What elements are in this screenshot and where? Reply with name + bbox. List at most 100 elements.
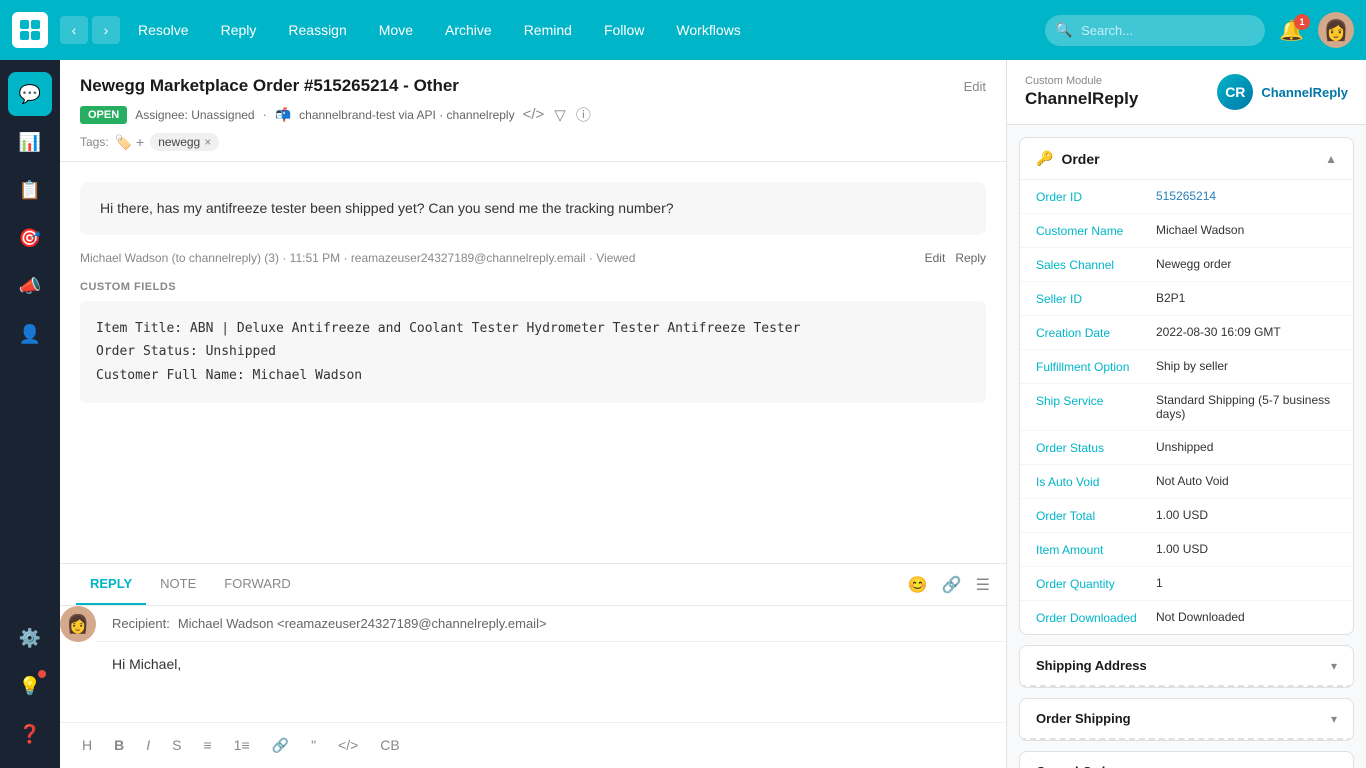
search-icon: 🔍 — [1055, 22, 1072, 39]
custom-field-customer-name: Customer Full Name: Michael Wadson — [96, 364, 970, 387]
format-h-button[interactable]: H — [76, 733, 98, 758]
recipient-label: Recipient: — [112, 616, 170, 631]
custom-fields-box: Item Title: ABN | Deluxe Antifreeze and … — [80, 301, 986, 403]
sidebar-item-gear[interactable]: ⚙️ — [8, 616, 52, 660]
tab-note[interactable]: NOTE — [146, 564, 210, 605]
content-area: Newegg Marketplace Order #515265214 - Ot… — [60, 60, 1006, 768]
reply-content-wrap: 👩 Recipient: Michael Wadson <reamazeuser… — [60, 606, 1006, 722]
tags-label: Tags: — [80, 135, 109, 149]
field-ship-service: Ship Service Standard Shipping (5-7 busi… — [1020, 384, 1353, 431]
order-section-icon: 🔑 — [1036, 150, 1053, 167]
link-icon[interactable]: 🔗 — [942, 575, 962, 595]
reply-icon-toolbar: 😊 🔗 ☰ — [908, 575, 990, 595]
format-bold-button[interactable]: B — [108, 733, 130, 758]
field-customer-name: Customer Name Michael Wadson — [1020, 214, 1353, 248]
workflows-button[interactable]: Workflows — [662, 14, 754, 46]
filter-icon[interactable]: ▽ — [554, 106, 566, 124]
order-section-title: Order — [1061, 151, 1099, 167]
shipping-address-section: Shipping Address ▾ — [1019, 645, 1354, 688]
field-creation-date: Creation Date 2022-08-30 16:09 GMT — [1020, 316, 1353, 350]
tab-reply[interactable]: REPLY — [76, 564, 146, 605]
conversation-title: Newegg Marketplace Order #515265214 - Ot… — [80, 76, 459, 96]
sidebar-item-person[interactable]: 👤 — [8, 312, 52, 356]
message-reply-link[interactable]: Reply — [955, 251, 986, 265]
format-ul-button[interactable]: ≡ — [197, 733, 217, 758]
nav-back-button[interactable]: ‹ — [60, 16, 88, 44]
follow-button[interactable]: Follow — [590, 14, 658, 46]
sidebar-item-target[interactable]: 🎯 — [8, 216, 52, 260]
field-seller-id: Seller ID B2P1 — [1020, 282, 1353, 316]
field-sales-channel: Sales Channel Newegg order — [1020, 248, 1353, 282]
archive-button[interactable]: Archive — [431, 14, 506, 46]
top-nav: ‹ › Resolve Reply Reassign Move Archive … — [0, 0, 1366, 60]
module-header: Custom Module ChannelReply CR ChannelRep… — [1007, 60, 1366, 125]
logo-text: ChannelReply — [1261, 85, 1348, 100]
reply-body[interactable]: Hi Michael, — [96, 642, 1006, 722]
custom-fields-label: CUSTOM FIELDS — [80, 281, 986, 293]
sidebar-item-chat[interactable]: 💬 — [8, 72, 52, 116]
field-order-quantity: Order Quantity 1 — [1020, 567, 1353, 601]
order-shipping-title: Order Shipping — [1036, 711, 1131, 726]
move-button[interactable]: Move — [365, 14, 427, 46]
shipping-address-header[interactable]: Shipping Address ▾ — [1020, 646, 1353, 687]
shipping-address-title: Shipping Address — [1036, 658, 1147, 673]
order-id-link[interactable]: 515265214 — [1156, 189, 1216, 203]
module-title: ChannelReply — [1025, 89, 1138, 109]
sidebar-item-help[interactable]: ❓ — [8, 712, 52, 756]
sidebar-item-chart[interactable]: 📊 — [8, 120, 52, 164]
module-label: Custom Module — [1025, 75, 1138, 87]
format-link-button[interactable]: 🔗 — [266, 733, 295, 758]
module-logo: CR ChannelReply — [1217, 74, 1348, 110]
format-cb-button[interactable]: CB — [374, 733, 405, 758]
notification-badge: 1 — [1294, 14, 1310, 30]
cancel-order-section: Cancel Order ▾ — [1019, 751, 1354, 768]
cancel-order-header[interactable]: Cancel Order ▾ — [1020, 752, 1353, 768]
reply-recipient: Recipient: Michael Wadson <reamazeuser24… — [96, 606, 1006, 642]
recipient-value: Michael Wadson <reamazeuser24327189@chan… — [178, 616, 547, 631]
sidebar-item-bulb[interactable]: 💡 — [8, 664, 52, 708]
reply-box: REPLY NOTE FORWARD 😊 🔗 ☰ 👩 Recipient: Mi… — [60, 563, 1006, 768]
format-ol-button[interactable]: 1≡ — [228, 733, 256, 758]
sidebar-item-book[interactable]: 📋 — [8, 168, 52, 212]
template-icon[interactable]: ☰ — [976, 575, 990, 595]
add-tag-icon[interactable]: 🏷️ + — [115, 134, 145, 151]
resolve-button[interactable]: Resolve — [124, 14, 203, 46]
format-quote-button[interactable]: " — [305, 733, 322, 758]
reply-toolbar: H B I S ≡ 1≡ 🔗 " </> CB — [60, 722, 1006, 768]
message-author: Michael Wadson (to channelreply) (3) · 1… — [80, 251, 635, 265]
reassign-button[interactable]: Reassign — [274, 14, 360, 46]
edit-button[interactable]: Edit — [964, 79, 986, 94]
shipping-address-chevron: ▾ — [1331, 659, 1337, 673]
info-icon[interactable]: ⓘ — [576, 104, 591, 125]
notification-bell[interactable]: 🔔 1 — [1279, 18, 1304, 43]
order-section-header[interactable]: 🔑 Order ▲ — [1020, 138, 1353, 180]
search-input[interactable] — [1045, 15, 1265, 46]
reply-button[interactable]: Reply — [207, 14, 271, 46]
user-avatar[interactable]: 👩 — [1318, 12, 1354, 48]
field-order-status: Order Status Unshipped — [1020, 431, 1353, 465]
order-shipping-header[interactable]: Order Shipping ▾ — [1020, 699, 1353, 740]
field-item-amount: Item Amount 1.00 USD — [1020, 533, 1353, 567]
cancel-order-title: Cancel Order — [1036, 764, 1118, 768]
field-order-total: Order Total 1.00 USD — [1020, 499, 1353, 533]
sidebar-item-megaphone[interactable]: 📣 — [8, 264, 52, 308]
message-area: Hi there, has my antifreeze tester been … — [60, 162, 1006, 563]
remove-tag-icon[interactable]: × — [204, 135, 211, 149]
order-section-chevron: ▲ — [1325, 152, 1337, 166]
cancel-order-chevron: ▾ — [1331, 765, 1337, 768]
message-bubble: Hi there, has my antifreeze tester been … — [80, 182, 986, 235]
format-strikethrough-button[interactable]: S — [166, 733, 187, 758]
tab-forward[interactable]: FORWARD — [210, 564, 304, 605]
assignee-text: Assignee: Unassigned — [135, 108, 254, 122]
message-edit-link[interactable]: Edit — [925, 251, 946, 265]
emoji-icon[interactable]: 😊 — [908, 575, 928, 595]
main-layout: 💬 📊 📋 🎯 📣 👤 ⚙️ 💡 ❓ Newegg Marketplace Or… — [0, 60, 1366, 768]
nav-forward-button[interactable]: › — [92, 16, 120, 44]
order-shipping-section: Order Shipping ▾ — [1019, 698, 1354, 741]
order-section-card: 🔑 Order ▲ Order ID 515265214 Customer Na… — [1019, 137, 1354, 635]
format-italic-button[interactable]: I — [140, 733, 156, 758]
format-code-button[interactable]: </> — [332, 733, 364, 758]
code-icon[interactable]: </> — [523, 106, 545, 123]
sidebar: 💬 📊 📋 🎯 📣 👤 ⚙️ 💡 ❓ — [0, 60, 60, 768]
remind-button[interactable]: Remind — [510, 14, 586, 46]
